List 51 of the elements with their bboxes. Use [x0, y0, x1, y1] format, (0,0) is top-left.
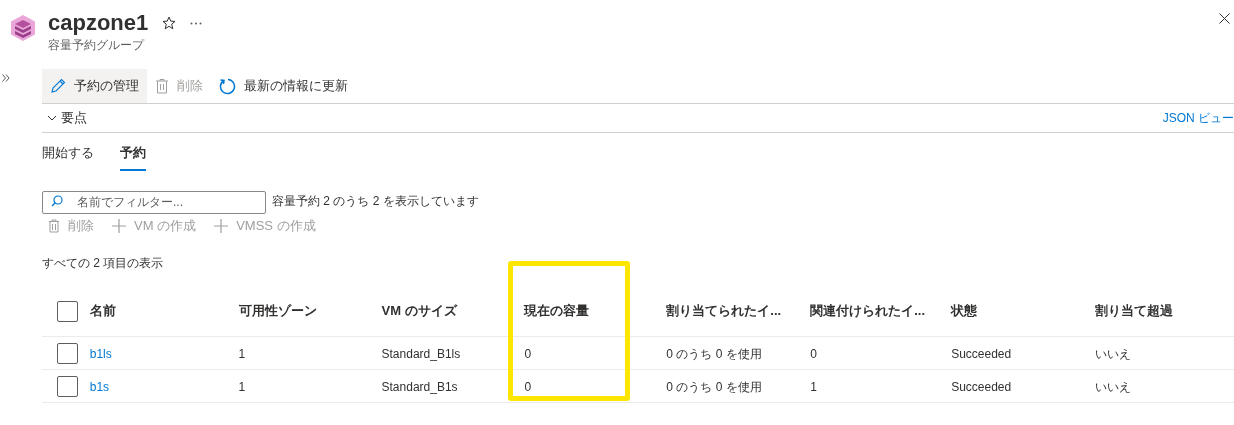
result-summary: 容量予約 2 のうち 2 を表示しています [272, 192, 479, 210]
resource-title: capzone1 [48, 9, 149, 37]
name-link[interactable]: b1s [89, 380, 110, 394]
tab[interactable]: 予約 [120, 142, 146, 171]
search-icon [51, 195, 63, 207]
table-cell: 0 [810, 347, 817, 361]
resource-type: 容量予約グループ [48, 37, 146, 54]
more-icon[interactable] [190, 21, 203, 25]
row-checkbox[interactable] [57, 342, 78, 364]
chevron-icon [47, 115, 57, 121]
tab[interactable]: 開始する [42, 142, 94, 171]
table-cell: Standard_B1s [381, 380, 458, 394]
table-cell: Succeeded [951, 380, 1012, 394]
table-cell: 1 [238, 380, 246, 394]
plus-icon [112, 219, 126, 233]
filter-field[interactable]: 名前でフィルター... [42, 190, 266, 214]
column-header[interactable]: 可用性ゾーン [238, 301, 317, 321]
table-cell: Standard_B1ls [381, 347, 461, 361]
name-link[interactable]: b1ls [89, 347, 112, 361]
favorite-star-icon[interactable] [162, 16, 177, 30]
column-header[interactable]: 名前 [89, 301, 116, 321]
table-cell: 0 [524, 380, 532, 394]
table-cell: いいえ [1095, 380, 1132, 394]
toolbar-button[interactable]: 最新の情報に更新 [211, 69, 356, 103]
table-cell: 0 のうち 0 を使用 [666, 347, 762, 361]
table-cell: 0 [524, 347, 532, 361]
table-cell: 1 [810, 380, 817, 394]
row-checkbox[interactable] [57, 300, 78, 322]
expand-sidebar-icon[interactable] [2, 74, 10, 82]
trash-icon [155, 78, 169, 94]
essentials-toggle[interactable]: 要点 [42, 108, 87, 128]
column-header[interactable]: 状態 [951, 301, 978, 321]
table-cell: 0 のうち 0 を使用 [666, 380, 762, 394]
column-header[interactable]: 現在の容量 [524, 301, 590, 321]
column-header[interactable]: 割り当てられたイ... [666, 301, 782, 321]
table-cell: Succeeded [951, 347, 1012, 361]
toolbar-button[interactable]: 予約の管理 [42, 69, 147, 103]
table-cell: 1 [238, 347, 246, 361]
pencil-icon [50, 78, 66, 94]
item-count: すべての 2 項目の表示 [42, 255, 165, 272]
trash-icon [48, 219, 60, 233]
row-checkbox[interactable] [57, 375, 78, 397]
refresh-icon [219, 77, 236, 95]
close-icon[interactable] [1219, 13, 1230, 24]
json-view-link[interactable]: JSON ビュー [1162, 109, 1234, 127]
cube-stack-icon [10, 14, 36, 42]
column-header[interactable]: 割り当て超過 [1095, 301, 1174, 321]
plus-icon [214, 219, 229, 233]
column-header[interactable]: 関連付けられたイ... [810, 301, 926, 321]
column-header[interactable]: VM のサイズ [381, 301, 457, 321]
table-cell: いいえ [1095, 347, 1132, 361]
